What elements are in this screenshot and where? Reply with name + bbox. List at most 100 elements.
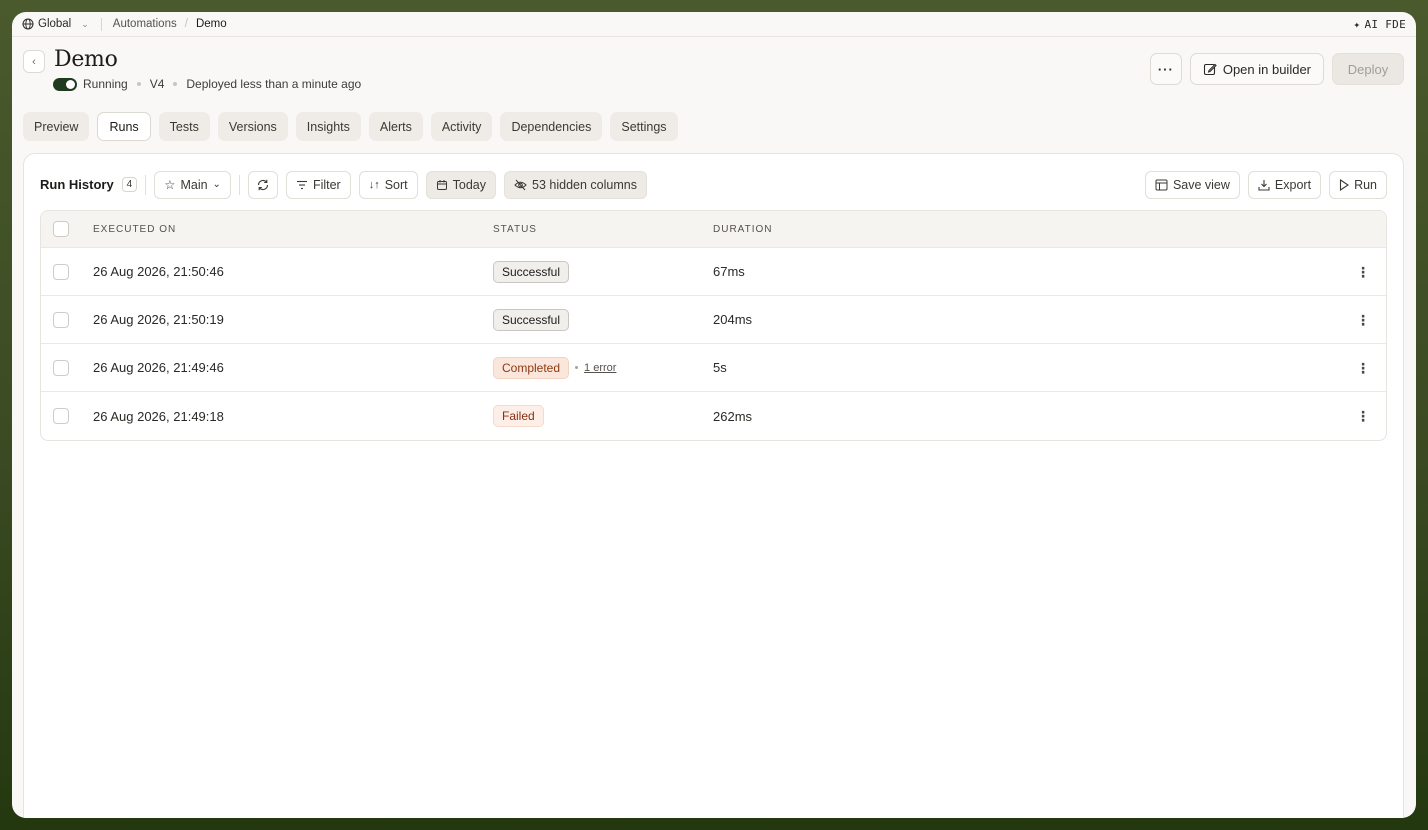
tab-runs[interactable]: Runs <box>97 112 151 141</box>
deploy-button[interactable]: Deploy <box>1332 53 1404 85</box>
duration-cell: 67ms <box>713 264 745 279</box>
export-button[interactable]: Export <box>1247 170 1322 199</box>
chevron-down-icon: ⌄ <box>81 18 89 29</box>
filter-label: Filter <box>312 177 341 192</box>
download-icon <box>1258 179 1270 191</box>
row-menu-button[interactable]: ⋮ <box>1356 265 1370 279</box>
chevron-left-icon: ‹ <box>32 55 36 68</box>
sparkle-icon: ✦ <box>1353 17 1361 31</box>
separator-dot <box>575 366 579 369</box>
status-cell: Successful <box>493 260 570 283</box>
more-horizontal-icon: ··· <box>1157 61 1174 77</box>
runs-panel: Run History 4 ☆ Main ⌄ Filter ↓↑ Sort To… <box>23 153 1404 818</box>
more-button[interactable]: ··· <box>1149 53 1182 85</box>
run-history-toolbar: Run History 4 ☆ Main ⌄ Filter ↓↑ Sort To… <box>40 170 1387 199</box>
tab-bar: Preview Runs Tests Versions Insights Ale… <box>23 112 678 141</box>
play-icon <box>1339 178 1350 191</box>
select-all-checkbox[interactable] <box>53 221 69 237</box>
star-icon: ☆ <box>164 178 176 192</box>
runs-table: Executed on Status Duration 26 Aug 2026,… <box>40 210 1387 441</box>
column-header-status[interactable]: Status <box>493 224 537 235</box>
hidden-columns-button[interactable]: 53 hidden columns <box>504 170 647 199</box>
row-checkbox[interactable] <box>53 408 69 424</box>
filter-icon <box>296 180 308 190</box>
separator-dot <box>136 82 141 86</box>
tab-preview[interactable]: Preview <box>23 112 90 141</box>
header-actions: ··· Open in builder Deploy <box>1149 53 1404 85</box>
divider <box>145 174 147 195</box>
row-checkbox[interactable] <box>53 311 69 328</box>
version-text: V4 <box>149 77 165 91</box>
run-button[interactable]: Run <box>1329 170 1387 199</box>
executed-on-cell: 26 Aug 2026, 21:50:19 <box>93 312 224 327</box>
workspace-switcher[interactable]: Global ⌄ <box>22 18 89 30</box>
sort-icon: ↓↑ <box>368 178 380 191</box>
tab-tests[interactable]: Tests <box>158 112 210 141</box>
hidden-columns-label: 53 hidden columns <box>532 177 637 192</box>
app-window: Global ⌄ Automations / Demo ✦ AI FDE ‹ D… <box>12 12 1416 818</box>
date-range-label: Today <box>452 177 487 192</box>
sort-button[interactable]: ↓↑ Sort <box>358 170 418 199</box>
table-row[interactable]: 26 Aug 2026, 21:50:19 Successful 204ms ⋮ <box>41 296 1386 344</box>
ai-fde-label: AI FDE <box>1364 17 1406 31</box>
executed-on-cell: 26 Aug 2026, 21:49:46 <box>93 360 224 375</box>
status-cell: Completed 1 error <box>493 356 616 379</box>
ai-fde-button[interactable]: ✦ AI FDE <box>1354 18 1406 31</box>
error-link[interactable]: 1 error <box>584 362 616 374</box>
deployed-text: Deployed less than a minute ago <box>186 77 362 91</box>
duration-cell: 204ms <box>713 312 753 327</box>
duration-cell: 262ms <box>713 408 753 424</box>
row-menu-button[interactable]: ⋮ <box>1356 313 1370 327</box>
breadcrumb-automations[interactable]: Automations <box>113 18 177 30</box>
status-badge: Completed <box>493 356 570 379</box>
breadcrumb-separator: / <box>184 18 188 30</box>
status-badge: Successful <box>493 308 570 331</box>
run-history-title: Run History <box>40 177 114 192</box>
divider <box>238 174 240 195</box>
export-label: Export <box>1274 177 1312 192</box>
tab-alerts[interactable]: Alerts <box>368 112 423 141</box>
page-title: Demo <box>54 47 118 72</box>
globe-icon <box>22 18 34 30</box>
breadcrumb-current: Demo <box>195 18 227 30</box>
refresh-button[interactable] <box>247 170 278 199</box>
back-button[interactable]: ‹ <box>23 50 45 73</box>
table-row[interactable]: 26 Aug 2026, 21:49:46 Completed 1 error … <box>41 344 1386 392</box>
tab-insights[interactable]: Insights <box>295 112 361 141</box>
row-menu-button[interactable]: ⋮ <box>1356 361 1370 375</box>
status-cell: Failed <box>493 405 544 427</box>
tab-versions[interactable]: Versions <box>217 112 288 141</box>
tab-dependencies[interactable]: Dependencies <box>500 112 603 141</box>
view-selector[interactable]: ☆ Main ⌄ <box>154 170 231 199</box>
status-text: Running <box>83 77 128 91</box>
row-checkbox[interactable] <box>53 359 69 376</box>
open-in-builder-button[interactable]: Open in builder <box>1189 53 1324 85</box>
divider <box>100 17 102 31</box>
status-badge: Failed <box>493 405 544 427</box>
table-row[interactable]: 26 Aug 2026, 21:50:46 Successful 67ms ⋮ <box>41 248 1386 296</box>
executed-on-cell: 26 Aug 2026, 21:49:18 <box>93 408 224 424</box>
running-toggle[interactable] <box>53 77 77 91</box>
column-header-duration[interactable]: Duration <box>713 224 772 235</box>
executed-on-cell: 26 Aug 2026, 21:50:46 <box>93 264 224 279</box>
row-checkbox[interactable] <box>53 263 69 280</box>
date-range-button[interactable]: Today <box>425 170 497 199</box>
eye-off-icon <box>514 179 527 191</box>
tab-settings[interactable]: Settings <box>610 112 678 141</box>
run-count-badge: 4 <box>121 177 138 192</box>
save-view-button[interactable]: Save view <box>1144 170 1240 199</box>
calendar-icon <box>436 179 448 191</box>
filter-button[interactable]: Filter <box>285 170 351 199</box>
tab-activity[interactable]: Activity <box>430 112 493 141</box>
status-badge: Successful <box>493 260 570 283</box>
separator-dot <box>173 82 178 86</box>
chevron-down-icon: ⌄ <box>212 179 221 190</box>
toolbar-right-actions: Save view Export Run <box>1144 170 1387 199</box>
column-header-executed[interactable]: Executed on <box>93 224 176 235</box>
table-row[interactable]: 26 Aug 2026, 21:49:18 Failed 262ms ⋮ <box>41 392 1386 440</box>
edit-icon <box>1203 62 1217 76</box>
view-label: Main <box>180 177 208 192</box>
duration-cell: 5s <box>713 360 727 375</box>
run-label: Run <box>1354 177 1377 192</box>
row-menu-button[interactable]: ⋮ <box>1356 409 1370 423</box>
